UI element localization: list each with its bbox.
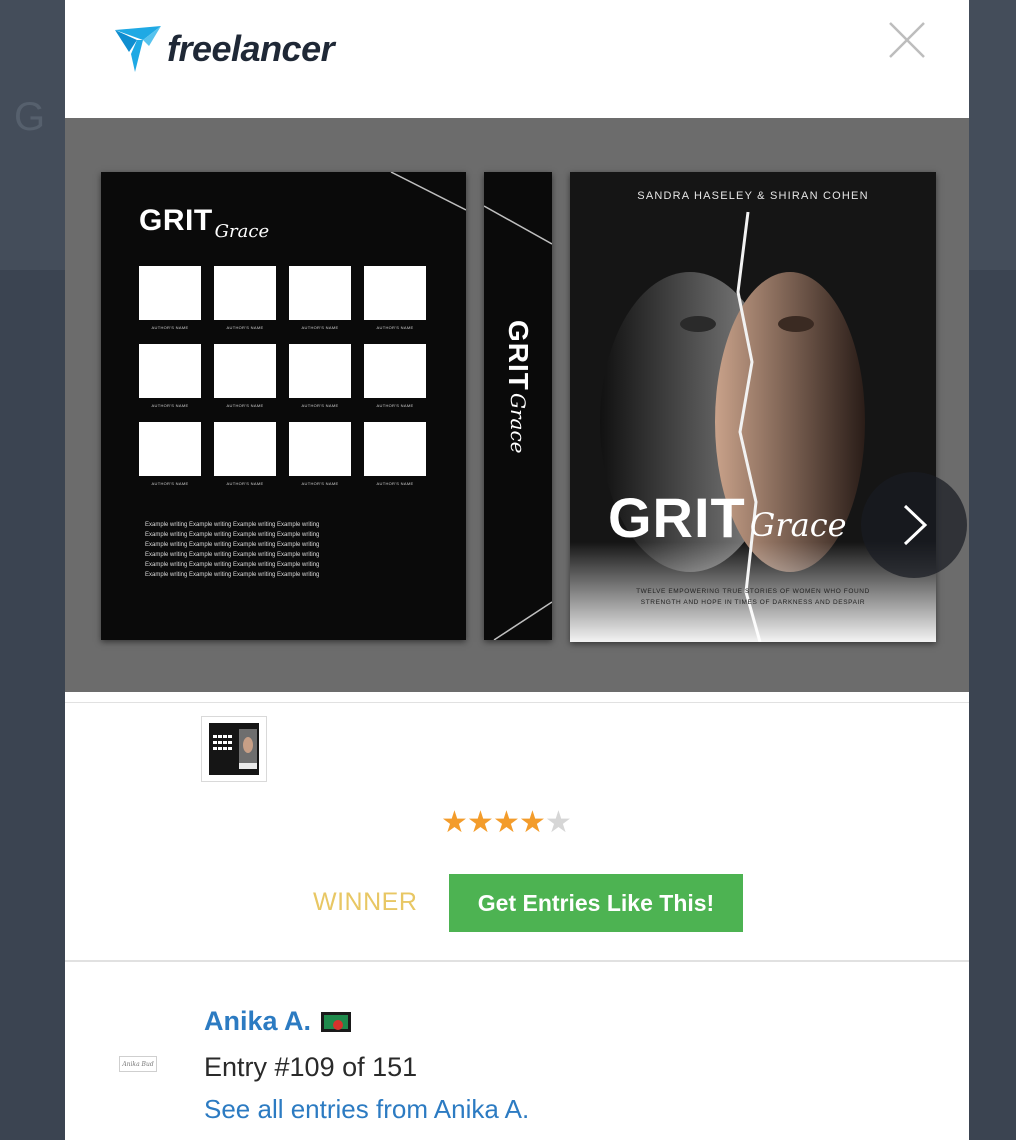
freelancer-bird-icon: [115, 26, 161, 72]
blurb-line: Example writing Example writing Example …: [145, 572, 320, 578]
author-name-label: AUTHOR'S NAME: [301, 325, 339, 330]
blurb-line: Example writing Example writing Example …: [145, 522, 320, 528]
front-cover-title: GRIT Grace: [608, 490, 847, 546]
next-image-button[interactable]: [861, 472, 967, 578]
front-cover-authors: SANDRA HASELEY & SHIRAN COHEN: [637, 190, 869, 202]
back-title-grace: Grace: [214, 221, 270, 242]
author-photo-slot: AUTHOR'S NAME: [289, 266, 351, 344]
entry-image-viewer: GRIT Grace AUTHOR'S NAME AUTHOR'S NAME AUT…: [65, 118, 969, 692]
author-photo-placeholder: [364, 344, 426, 398]
chevron-right-icon: [903, 504, 928, 546]
author-photo-placeholder: [214, 344, 276, 398]
thumbnail-preview: [209, 723, 259, 775]
see-all-entries-link[interactable]: See all entries from Anika A.: [204, 1094, 529, 1125]
spine-title-grit: GRIT: [503, 320, 534, 391]
front-title-grace: Grace: [749, 506, 847, 544]
thumbnail-image: [209, 723, 259, 775]
blurb-line: Example writing Example writing Example …: [145, 562, 320, 568]
author-name-label: AUTHOR'S NAME: [376, 403, 414, 408]
author-photo-placeholder: [139, 344, 201, 398]
star-filled-icon: ★: [441, 806, 468, 839]
author-name-label: AUTHOR'S NAME: [151, 325, 189, 330]
spine-title: GRIT Grace: [502, 320, 534, 453]
background-ghost-text: G: [14, 95, 46, 139]
author-photo-slot: AUTHOR'S NAME: [289, 422, 351, 500]
bangladesh-flag-icon: [321, 1011, 352, 1032]
front-cover-subtitle: TWELVE EMPOWERING TRUE STORIES OF WOMEN …: [570, 586, 936, 608]
author-photo-placeholder: [214, 266, 276, 320]
blurb-line: Example writing Example writing Example …: [145, 552, 320, 558]
star-filled-icon: ★: [467, 806, 494, 839]
author-photo-placeholder: [364, 422, 426, 476]
star-filled-icon: ★: [493, 806, 520, 839]
entry-number: Entry #109 of 151: [204, 1052, 418, 1082]
author-name-label: AUTHOR'S NAME: [301, 403, 339, 408]
back-title-grit: GRIT: [139, 204, 213, 237]
spine-title-grace: Grace: [506, 392, 530, 454]
author-photo-grid: AUTHOR'S NAME AUTHOR'S NAME AUTHOR'S NAME A…: [139, 266, 429, 500]
author-name-label: AUTHOR'S NAME: [226, 481, 264, 486]
modal-header: freelancer: [65, 0, 969, 118]
author-photo-placeholder: [289, 422, 351, 476]
front-subtitle-line-1: TWELVE EMPOWERING TRUE STORIES OF WOMEN …: [636, 588, 870, 595]
author-photo-placeholder: [289, 344, 351, 398]
close-icon[interactable]: [887, 20, 927, 60]
author-photo-slot: AUTHOR'S NAME: [214, 422, 276, 500]
author-photo-slot: AUTHOR'S NAME: [364, 422, 426, 500]
book-cover-design: GRIT Grace AUTHOR'S NAME AUTHOR'S NAME AUT…: [101, 172, 967, 642]
back-cover-blurb: Example writing Example writing Example …: [145, 520, 430, 580]
author-name-label: AUTHOR'S NAME: [226, 403, 264, 408]
author-photo-slot: AUTHOR'S NAME: [214, 344, 276, 422]
back-cover: GRIT Grace AUTHOR'S NAME AUTHOR'S NAME AUT…: [101, 172, 466, 640]
author-name-label: AUTHOR'S NAME: [376, 481, 414, 486]
author-photo-slot: AUTHOR'S NAME: [139, 422, 201, 500]
author-photo-placeholder: [139, 422, 201, 476]
blurb-line: Example writing Example writing Example …: [145, 532, 320, 538]
entry-actions: WINNER Get Entries Like This!: [65, 870, 969, 934]
front-subtitle-line-2: STRENGTH AND HOPE IN TIMES OF DARKNESS A…: [640, 599, 866, 606]
author-name-label: AUTHOR'S NAME: [226, 325, 264, 330]
author-name-label: AUTHOR'S NAME: [301, 481, 339, 486]
designer-name-row: Anika A.: [204, 1006, 352, 1037]
star-empty-icon: ★: [545, 806, 572, 839]
blurb-line: Example writing Example writing Example …: [145, 542, 320, 548]
author-photo-slot: AUTHOR'S NAME: [289, 344, 351, 422]
get-entries-like-this-button[interactable]: Get Entries Like This!: [449, 874, 743, 932]
book-spine: GRIT Grace: [484, 172, 552, 640]
author-photo-placeholder: [289, 266, 351, 320]
designer-name[interactable]: Anika A.: [204, 1006, 311, 1037]
author-name-label: AUTHOR'S NAME: [376, 325, 414, 330]
winner-badge: WINNER: [313, 888, 418, 916]
author-photo-placeholder: [214, 422, 276, 476]
entry-info: Anika Bud Anika A. Entry #109 of 151 See…: [65, 962, 969, 1140]
entry-thumbnail[interactable]: [201, 716, 267, 782]
logo-wordmark: freelancer: [167, 28, 335, 69]
author-photo-slot: AUTHOR'S NAME: [364, 266, 426, 344]
star-rating: ★ ★ ★ ★ ★: [441, 806, 572, 839]
freelancer-logo[interactable]: freelancer: [113, 24, 335, 74]
front-title-grit: GRIT: [608, 486, 746, 549]
author-photo-placeholder: [364, 266, 426, 320]
author-photo-slot: AUTHOR'S NAME: [139, 266, 201, 344]
designer-signature: Anika Bud: [119, 1056, 157, 1072]
author-photo-placeholder: [139, 266, 201, 320]
entry-modal: freelancer GRIT Grace AUTHOR'S NAME AUTHO…: [65, 0, 969, 1140]
author-photo-slot: AUTHOR'S NAME: [214, 266, 276, 344]
author-name-label: AUTHOR'S NAME: [151, 403, 189, 408]
star-filled-icon: ★: [519, 806, 546, 839]
back-cover-title: GRIT Grace: [139, 204, 269, 242]
divider: [65, 702, 969, 703]
author-photo-slot: AUTHOR'S NAME: [364, 344, 426, 422]
author-name-label: AUTHOR'S NAME: [151, 481, 189, 486]
author-photo-slot: AUTHOR'S NAME: [139, 344, 201, 422]
